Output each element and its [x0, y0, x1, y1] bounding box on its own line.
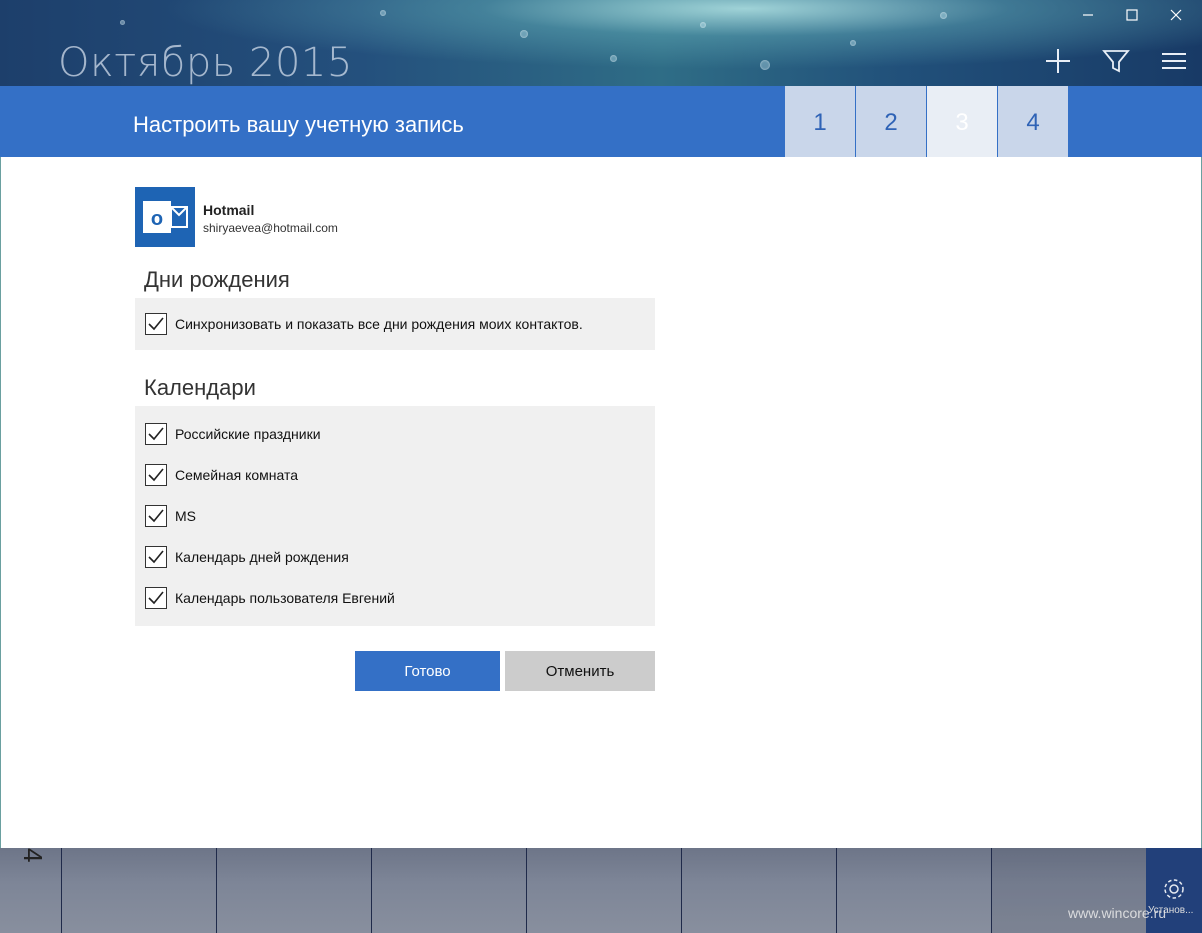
- decor-drop: [610, 55, 617, 62]
- step-4[interactable]: 4: [998, 86, 1068, 157]
- decor-drop: [700, 22, 706, 28]
- add-icon[interactable]: [1043, 46, 1073, 76]
- checkbox-checked-icon[interactable]: [145, 587, 167, 609]
- birthdays-panel: Синхронизовать и показать все дни рожден…: [135, 298, 655, 350]
- calendar-item-label: Календарь пользователя Евгений: [175, 590, 395, 606]
- calendar-cell[interactable]: [61, 848, 216, 933]
- menu-icon[interactable]: [1159, 46, 1189, 76]
- decor-drop: [850, 40, 856, 46]
- checkbox-checked-icon[interactable]: [145, 546, 167, 568]
- wizard-bar: Настроить вашу учетную запись 1 2 3 4: [0, 86, 1202, 157]
- decor-drop: [940, 12, 947, 19]
- calendar-item[interactable]: Семейная комната: [145, 463, 298, 487]
- outlook-icon: o: [135, 187, 195, 247]
- account-email: shiryaevea@hotmail.com: [203, 221, 338, 235]
- calendar-strip: 4 Установ...: [0, 848, 1202, 933]
- minimize-icon[interactable]: [1076, 6, 1100, 28]
- gear-icon: [1164, 879, 1184, 899]
- done-button[interactable]: Готово: [355, 651, 500, 691]
- watermark: www.wincore.ru: [1068, 905, 1167, 921]
- sync-birthdays-option[interactable]: Синхронизовать и показать все дни рожден…: [145, 312, 583, 336]
- calendar-cell[interactable]: [371, 848, 526, 933]
- calendar-cell[interactable]: [836, 848, 991, 933]
- app-header: Октябрь 2015: [0, 0, 1202, 86]
- calendar-item[interactable]: Российские праздники: [145, 422, 321, 446]
- step-2[interactable]: 2: [856, 86, 926, 157]
- decor-drop: [760, 60, 770, 70]
- step-3[interactable]: 3: [927, 86, 997, 157]
- calendar-item[interactable]: Календарь дней рождения: [145, 545, 349, 569]
- checkbox-checked-icon[interactable]: [145, 464, 167, 486]
- calendar-item-label: MS: [175, 508, 196, 524]
- cancel-button[interactable]: Отменить: [505, 651, 655, 691]
- decor-drop: [520, 30, 528, 38]
- svg-text:o: o: [151, 208, 163, 230]
- calendar-item[interactable]: Календарь пользователя Евгений: [145, 586, 395, 610]
- calendar-cell[interactable]: [681, 848, 836, 933]
- filter-icon[interactable]: [1101, 46, 1131, 76]
- checkbox-checked-icon[interactable]: [145, 313, 167, 335]
- birthdays-heading: Дни рождения: [144, 267, 290, 292]
- wizard-title: Настроить вашу учетную запись: [133, 112, 464, 137]
- step-1[interactable]: 1: [785, 86, 855, 157]
- checkbox-checked-icon[interactable]: [145, 423, 167, 445]
- calendars-panel: Российские праздники Семейная комната MS…: [135, 406, 655, 626]
- close-icon[interactable]: [1164, 6, 1188, 28]
- decor-drop: [380, 10, 386, 16]
- calendar-cell[interactable]: [216, 848, 371, 933]
- month-title: Октябрь 2015: [58, 40, 353, 86]
- calendars-heading: Календари: [144, 375, 256, 400]
- calendar-cell[interactable]: [526, 848, 681, 933]
- calendar-item-label: Календарь дней рождения: [175, 549, 349, 565]
- checkbox-checked-icon[interactable]: [145, 505, 167, 527]
- day-number: 4: [18, 848, 48, 863]
- calendar-item-label: Российские праздники: [175, 426, 321, 442]
- calendar-item-label: Семейная комната: [175, 467, 299, 483]
- calendar-item[interactable]: MS: [145, 504, 196, 528]
- sync-birthdays-label: Синхронизовать и показать все дни рожден…: [175, 316, 583, 332]
- maximize-icon[interactable]: [1120, 6, 1144, 28]
- account-name: Hotmail: [203, 202, 255, 218]
- decor-drop: [120, 20, 125, 25]
